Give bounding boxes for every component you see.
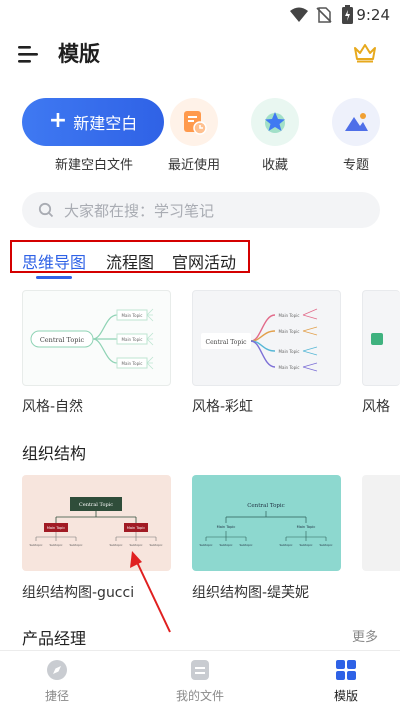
template-card-natural[interactable]: Central Topic Main Topic Main Topic Main… xyxy=(22,290,171,386)
battery-charging-icon xyxy=(342,5,353,24)
template-name: 风格-彩虹 xyxy=(192,399,254,415)
main-topic-text: Main Topic xyxy=(122,313,143,318)
subtopic-lines xyxy=(302,308,318,372)
page-title: 模版 xyxy=(58,42,100,66)
tab-indicator xyxy=(36,276,72,279)
bottom-nav: 捷径 我的文件 模版 xyxy=(0,650,400,711)
subtopic-text: Subtopic xyxy=(299,543,312,547)
main-topic-text: Main Topic xyxy=(122,337,143,342)
template-card-partial[interactable] xyxy=(362,290,400,386)
tab-flowchart[interactable]: 流程图 xyxy=(106,249,154,273)
subtopic-lines xyxy=(146,308,154,370)
subtopic-text: Subtopic xyxy=(49,543,62,547)
subtopic-text: Subtopic xyxy=(129,543,142,547)
compass-icon xyxy=(47,660,67,680)
template-name: 风格 xyxy=(362,399,390,415)
subtopic-text: Subtopic xyxy=(199,543,212,547)
central-topic-text: Central Topic xyxy=(79,502,113,508)
template-card-gucci[interactable]: Central Topic Main Topic Main Topic Subt… xyxy=(22,475,171,571)
main-topic-text: Main Topic xyxy=(127,526,145,530)
section-title-org: 组织结构 xyxy=(22,444,87,463)
plus-icon: + xyxy=(48,108,68,133)
recent-button[interactable] xyxy=(170,98,218,146)
subtopic-labels: Subtopic Subtopic Subtopic Subtopic Subt… xyxy=(29,543,162,547)
template-name: 风格-自然 xyxy=(22,399,84,415)
mind-map-thumbnail: Central Topic Main Topic Main Topic Main… xyxy=(201,308,318,372)
status-bar: 9:24 xyxy=(0,0,400,30)
nav-label: 模版 xyxy=(333,689,358,703)
tab-mind-map[interactable]: 思维导图 xyxy=(22,249,86,273)
template-name: 组织结构图-gucci xyxy=(22,585,135,601)
main-topic-text: Main Topic xyxy=(217,525,236,529)
main-topic-text: Main Topic xyxy=(279,349,300,354)
header: 模版 xyxy=(0,38,400,72)
main-topic-text: Main Topic xyxy=(279,329,300,334)
tabs-highlight-box: 思维导图 流程图 官网活动 xyxy=(10,240,250,273)
main-topic-text: Main Topic xyxy=(297,525,316,529)
template-card-tiffany[interactable]: Central Topic Main Topic Main Topic Subt… xyxy=(192,475,341,571)
central-topic-text: Central Topic xyxy=(40,336,85,344)
crown-icon[interactable] xyxy=(353,42,377,64)
mountain-icon xyxy=(345,113,368,131)
main-topic-text: Main Topic xyxy=(279,365,300,370)
nav-label: 捷径 xyxy=(44,689,69,703)
favorites-button[interactable] xyxy=(251,98,299,146)
more-link[interactable]: 更多 xyxy=(352,626,378,645)
nav-item-shortcuts[interactable]: 捷径 xyxy=(17,659,97,704)
quick-actions: + 新建空白 新建空白文件 最近使用 收藏 专题 xyxy=(0,98,400,174)
subtopic-labels: Subtopic Subtopic Subtopic Subtopic Subt… xyxy=(199,543,332,547)
subtopic-text: Subtopic xyxy=(29,543,42,547)
subtopic-text: Subtopic xyxy=(219,543,232,547)
star-icon xyxy=(265,112,285,133)
new-blank-button-label: 新建空白 xyxy=(73,114,138,133)
search-icon xyxy=(38,202,54,218)
subtopic-text: Subtopic xyxy=(319,543,332,547)
favorites-label: 收藏 xyxy=(261,158,288,173)
section-title-pm: 产品经理 xyxy=(22,629,87,648)
wifi-icon xyxy=(290,7,308,22)
recent-icon xyxy=(184,111,207,135)
menu-icon[interactable] xyxy=(18,44,40,64)
template-name: 组织结构图-缇芙妮 xyxy=(192,585,310,601)
subtopic-text: Subtopic xyxy=(109,543,122,547)
new-blank-file-label: 新建空白文件 xyxy=(54,158,133,173)
search-placeholder: 大家都在搜：学习笔记 xyxy=(64,202,215,220)
main-topic-text: Main Topic xyxy=(279,313,300,318)
central-topic-text: Central Topic xyxy=(247,503,285,509)
status-time: 9:24 xyxy=(356,6,390,24)
org-chart-thumbnail: Central Topic Main Topic Main Topic Subt… xyxy=(29,497,163,547)
tab-official-events[interactable]: 官网活动 xyxy=(172,249,236,273)
subtopic-text: Subtopic xyxy=(279,543,292,547)
nav-item-my-files[interactable]: 我的文件 xyxy=(160,659,240,704)
subtopic-text: Subtopic xyxy=(69,543,82,547)
nav-label: 我的文件 xyxy=(175,689,224,703)
main-topic-group: Main Topic Main Topic Main Topic xyxy=(116,309,148,369)
partial-node xyxy=(371,333,383,345)
template-card-rainbow[interactable]: Central Topic Main Topic Main Topic Main… xyxy=(192,290,341,386)
search-input[interactable]: 大家都在搜：学习笔记 xyxy=(22,192,380,228)
recent-label: 最近使用 xyxy=(167,158,220,173)
main-topic-text: Main Topic xyxy=(122,361,143,366)
org-chart-thumbnail: Central Topic Main Topic Main Topic Subt… xyxy=(199,503,332,547)
grid-icon xyxy=(336,660,356,680)
no-sim-icon xyxy=(316,7,332,23)
new-blank-button[interactable]: + 新建空白 xyxy=(22,98,164,146)
subtopic-text: Subtopic xyxy=(149,543,162,547)
file-icon xyxy=(191,660,209,680)
template-card-partial[interactable] xyxy=(362,475,400,571)
central-topic-text: Central Topic xyxy=(206,339,248,346)
topics-label: 专题 xyxy=(342,158,369,173)
topics-button[interactable] xyxy=(332,98,380,146)
subtopic-text: Subtopic xyxy=(239,543,252,547)
main-topic-text: Main Topic xyxy=(47,526,65,530)
mind-map-thumbnail: Central Topic Main Topic Main Topic Main… xyxy=(30,308,154,370)
nav-item-templates[interactable]: 模版 xyxy=(306,659,386,704)
